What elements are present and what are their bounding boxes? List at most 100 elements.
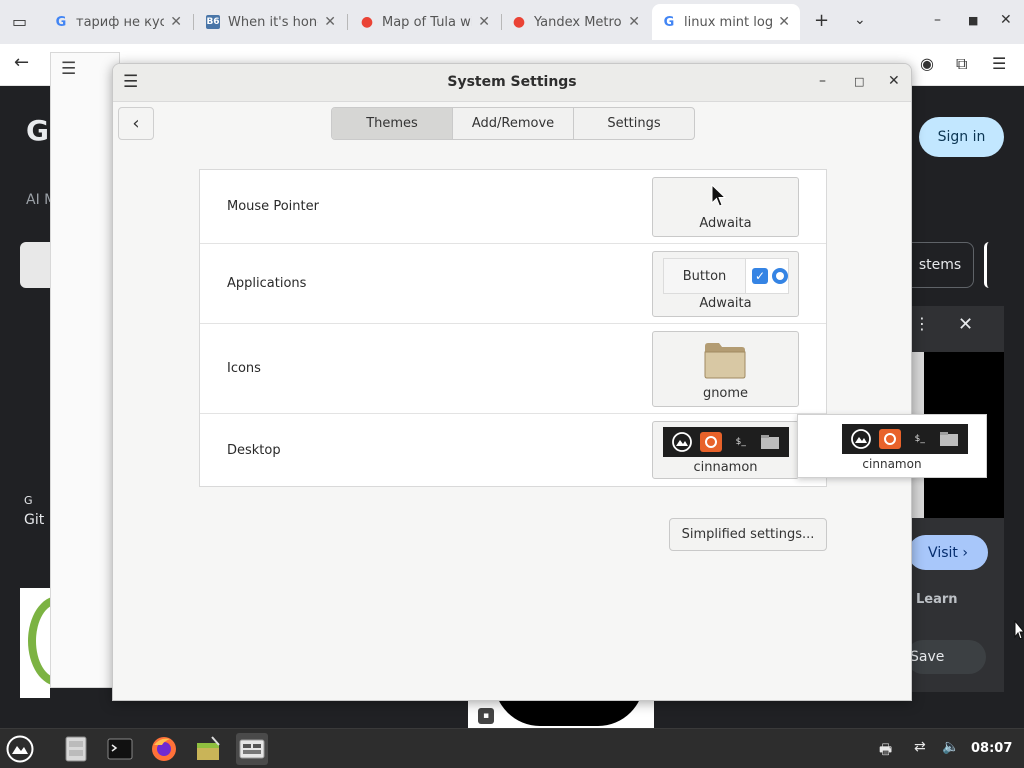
- browser-tab-3[interactable]: ● Map of Tula wit ✕: [350, 4, 500, 40]
- extensions-icon[interactable]: ⧉: [956, 54, 967, 74]
- github-favicon-label: G: [24, 494, 33, 507]
- network-icon[interactable]: ⇄: [914, 739, 926, 755]
- theme-name: cinnamon: [693, 460, 758, 475]
- row-label: Applications: [227, 276, 307, 291]
- theme-name: Adwaita: [699, 216, 752, 231]
- close-icon[interactable]: ✕: [478, 14, 490, 30]
- desktop-theme-button[interactable]: $_ cinnamon: [652, 421, 799, 479]
- row-label: Desktop: [227, 443, 281, 458]
- row-desktop: Desktop $_ cinnamon: [200, 414, 826, 488]
- settings-tabs: Themes Add/Remove Settings: [331, 107, 695, 140]
- printer-icon[interactable]: 🖶: [879, 739, 892, 763]
- learn-more-link[interactable]: Learn: [916, 592, 958, 607]
- system-settings-launcher[interactable]: [236, 733, 268, 765]
- google-icon: G: [663, 14, 675, 30]
- result-thumbnail[interactable]: [20, 588, 88, 698]
- firefox-icon: [700, 432, 723, 452]
- file-cabinet-icon: [65, 736, 87, 762]
- volume-icon[interactable]: 🔈: [942, 739, 959, 755]
- row-icons: Icons gnome: [200, 324, 826, 414]
- back-button[interactable]: ‹: [118, 107, 154, 140]
- popup-theme-name: cinnamon: [862, 457, 922, 471]
- tab-themes[interactable]: Themes: [332, 108, 453, 139]
- linux-mint-icon: [6, 735, 34, 763]
- close-icon[interactable]: ✕: [628, 14, 640, 30]
- browser-tab-2[interactable]: B6 When it's hone ✕: [196, 4, 346, 40]
- tab-title: тариф не куса: [76, 14, 165, 30]
- close-icon[interactable]: ✕: [778, 14, 790, 30]
- tab-title: Yandex Metro: [534, 14, 622, 30]
- terminal-icon: $_: [735, 437, 746, 447]
- row-label: Mouse Pointer: [227, 199, 319, 214]
- terminal-launcher[interactable]: [104, 733, 136, 765]
- vk-icon: B6: [206, 15, 220, 29]
- tab-add-remove[interactable]: Add/Remove: [453, 108, 574, 139]
- simplified-settings-button[interactable]: Simplified settings...: [669, 518, 827, 551]
- hamburger-menu-icon[interactable]: ☰: [61, 59, 76, 79]
- row-mouse-pointer: Mouse Pointer Adwaita: [200, 170, 826, 244]
- minimize-icon[interactable]: –: [934, 12, 941, 28]
- browser-tab-1[interactable]: G тариф не куса ✕: [44, 4, 192, 40]
- tab-title: linux mint logo: [684, 14, 773, 30]
- preview-button: Button: [664, 259, 746, 293]
- tab-settings[interactable]: Settings: [574, 108, 694, 139]
- close-icon[interactable]: ✕: [958, 314, 973, 335]
- chevron-left-icon: ‹: [132, 113, 140, 134]
- mint-menu-button[interactable]: [4, 733, 36, 765]
- close-icon[interactable]: ✕: [324, 14, 336, 30]
- icons-theme-button[interactable]: gnome: [652, 331, 799, 407]
- visit-button[interactable]: Visit ›: [908, 535, 988, 570]
- thumbnail-shape: [494, 700, 644, 726]
- desktop-theme-popup[interactable]: $_ cinnamon: [797, 414, 987, 478]
- terminal-icon: $_: [914, 434, 925, 444]
- image-chip[interactable]: [20, 242, 50, 288]
- browser-tab-5-active[interactable]: G linux mint logo ✕: [652, 4, 800, 40]
- more-options-icon[interactable]: ⋮: [914, 314, 930, 333]
- close-icon[interactable]: ✕: [888, 73, 900, 89]
- github-result-label[interactable]: Git: [24, 512, 44, 528]
- browser-tab-4[interactable]: ● Yandex Metro ✕: [502, 4, 650, 40]
- save-button[interactable]: Save: [906, 640, 986, 674]
- account-icon[interactable]: ◉: [920, 54, 934, 73]
- mint-menu-icon: [850, 429, 872, 449]
- sign-in-button[interactable]: Sign in: [919, 117, 1004, 157]
- bottom-thumbnail[interactable]: ▪: [468, 700, 654, 728]
- filter-chip-edge[interactable]: [984, 242, 994, 288]
- clock[interactable]: 08:07: [971, 741, 1012, 756]
- row-label: Icons: [227, 361, 261, 376]
- applications-theme-button[interactable]: Button ✓ Adwaita: [652, 251, 799, 317]
- themes-list: Mouse Pointer Adwaita Applications Butto…: [199, 169, 827, 487]
- folder-icon: [704, 343, 746, 379]
- minimize-icon[interactable]: –: [819, 73, 826, 89]
- gtk-theme-preview: Button ✓: [663, 258, 789, 294]
- terminal-icon: [107, 738, 133, 760]
- folder-icon: [938, 429, 960, 449]
- google-logo: G: [26, 114, 49, 147]
- firefox-icon: [879, 429, 902, 449]
- menu-icon[interactable]: ☰: [992, 54, 1006, 73]
- browser-tabbar: ▭ G тариф не куса ✕ B6 When it's hone ✕ …: [0, 0, 1024, 44]
- files-launcher[interactable]: [60, 733, 92, 765]
- window-title: System Settings: [447, 74, 577, 90]
- tab-separator: [193, 14, 194, 30]
- window-titlebar[interactable]: ☰ System Settings – □ ✕: [113, 64, 911, 102]
- software-manager-launcher[interactable]: [192, 733, 224, 765]
- taskbar: 🖶 ⇄ 🔈 08:07: [0, 728, 1024, 768]
- mouse-cursor-icon: [711, 184, 727, 207]
- maximize-icon[interactable]: □: [854, 75, 864, 88]
- cinnamon-theme-preview: $_: [663, 427, 789, 457]
- maximize-icon[interactable]: ■: [968, 14, 978, 27]
- image-icon: ▪: [478, 708, 494, 724]
- new-tab-icon[interactable]: +: [814, 10, 829, 31]
- close-window-icon[interactable]: ✕: [1000, 12, 1012, 28]
- back-arrow-icon[interactable]: ←: [14, 52, 29, 73]
- firefox-launcher[interactable]: [148, 733, 180, 765]
- close-icon[interactable]: ✕: [170, 14, 182, 30]
- filter-chip-systems[interactable]: stems: [906, 242, 974, 288]
- map-pin-icon: ●: [360, 14, 374, 30]
- theme-name: gnome: [702, 386, 749, 401]
- tab-search-icon[interactable]: ▭: [12, 12, 27, 31]
- tab-list-chevron-icon[interactable]: ⌄: [854, 12, 866, 28]
- mouse-cursor-icon: [1014, 620, 1024, 640]
- firefox-icon: [152, 737, 176, 761]
